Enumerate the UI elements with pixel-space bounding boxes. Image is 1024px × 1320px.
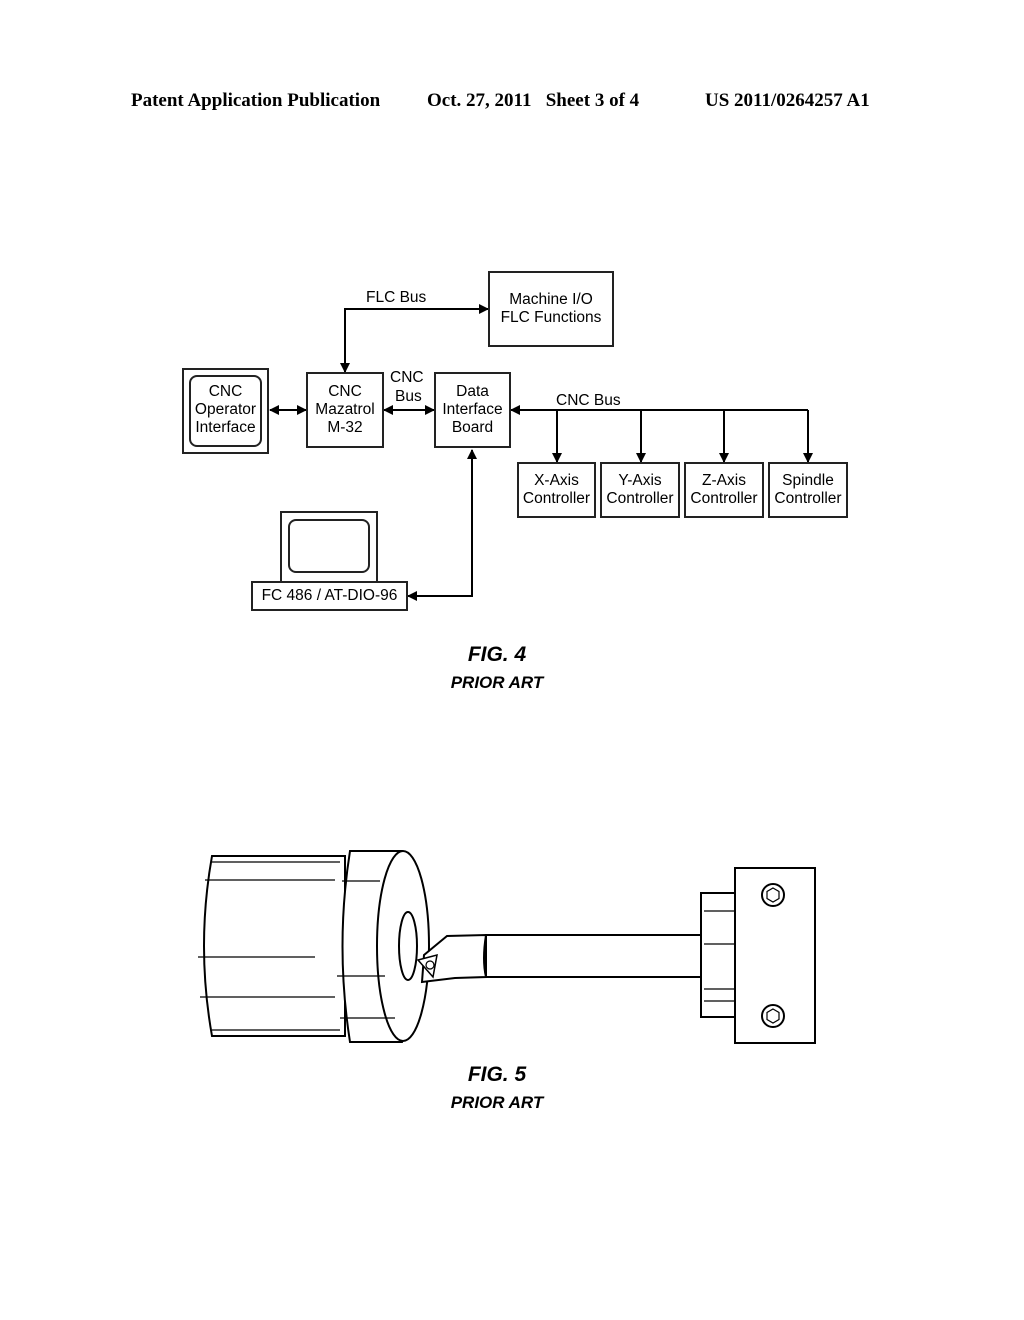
block-spindle-controller: Spindle Controller — [768, 462, 848, 518]
block-cnc-mazatrol: CNC Mazatrol M-32 — [306, 372, 384, 448]
pc-monitor-screen — [288, 519, 370, 573]
flc-bus-line — [340, 304, 489, 373]
pc-dib-link — [407, 449, 477, 601]
fig5-drawing — [198, 850, 816, 1044]
flc-bus-label: FLC Bus — [366, 289, 427, 306]
fig5-subtitle: PRIOR ART — [450, 1093, 544, 1112]
chuck-body — [203, 855, 346, 1037]
cnc-bus-short-label-2: Bus — [395, 388, 422, 405]
fig5-caption: FIG. 5 PRIOR ART — [0, 1063, 994, 1113]
fig4-title: FIG. 4 — [467, 643, 527, 666]
block-machine-io: Machine I/O FLC Functions — [488, 271, 614, 347]
block-pc: FC 486 / AT-DIO-96 — [251, 581, 408, 611]
block-operator-interface: CNC Operator Interface — [194, 383, 257, 436]
fig5-title: FIG. 5 — [467, 1063, 527, 1086]
bore-hole — [398, 911, 418, 981]
block-z-axis-controller: Z-Axis Controller — [684, 462, 764, 518]
block-y-axis-controller: Y-Axis Controller — [600, 462, 680, 518]
fig4-caption: FIG. 4 PRIOR ART — [0, 643, 994, 693]
fig4-subtitle: PRIOR ART — [450, 673, 544, 692]
cnc-bus-short-label-1: CNC — [390, 369, 424, 386]
block-x-axis-controller: X-Axis Controller — [517, 462, 596, 518]
boring-bar — [485, 934, 705, 978]
cnc-bus-label: CNC Bus — [556, 392, 621, 409]
block-data-interface-board: Data Interface Board — [434, 372, 511, 448]
